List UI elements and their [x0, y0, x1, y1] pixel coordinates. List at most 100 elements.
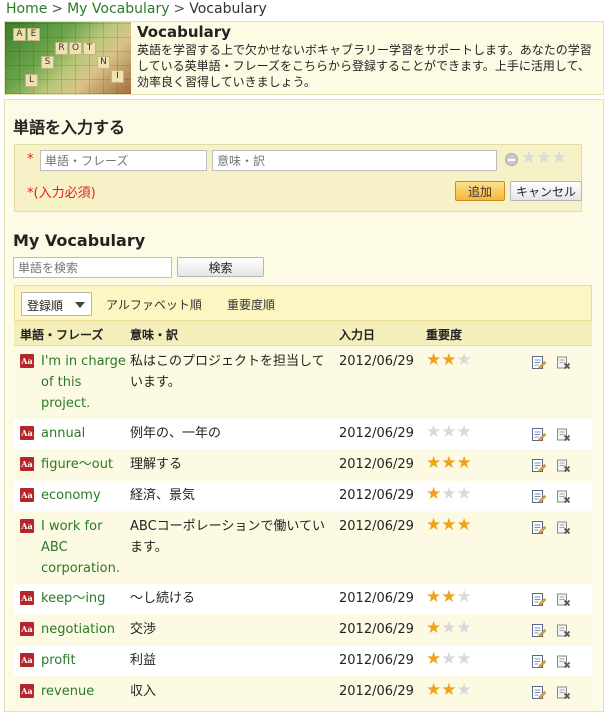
table-row: Aa revenue 収入 2012/06/29 ★ ★ ★	[14, 677, 592, 707]
star-icon: ★	[456, 422, 472, 442]
star-icon: ★	[456, 350, 472, 370]
word-badge-icon: Aa	[20, 591, 34, 605]
word-link[interactable]: economy	[41, 485, 127, 506]
star-icon: ★	[456, 680, 472, 700]
table-row: Aa I work for ABC corporation. ABCコーポレーション…	[14, 512, 592, 583]
word-badge-icon: Aa	[20, 684, 34, 698]
delete-icon[interactable]	[556, 458, 571, 473]
importance-rating: ★ ★ ★	[426, 352, 472, 369]
search-input[interactable]	[13, 257, 172, 278]
word-badge-icon: Aa	[20, 354, 34, 368]
word-link[interactable]: figure～out	[41, 454, 127, 475]
add-button[interactable]: 追加	[455, 181, 505, 201]
word-link[interactable]: annual	[41, 423, 127, 444]
breadcrumb-separator: >	[51, 1, 64, 17]
word-badge-icon: Aa	[20, 622, 34, 636]
edit-icon[interactable]	[531, 355, 546, 370]
chevron-down-icon	[75, 302, 85, 308]
word-link[interactable]: profit	[41, 650, 127, 671]
word-badge-icon: Aa	[20, 519, 34, 533]
delete-icon[interactable]	[556, 489, 571, 504]
date-text: 2012/06/29	[339, 684, 414, 699]
delete-icon[interactable]	[556, 427, 571, 442]
edit-icon[interactable]	[531, 489, 546, 504]
date-text: 2012/06/29	[339, 488, 414, 503]
clear-importance-icon[interactable]	[505, 153, 518, 166]
word-input[interactable]	[40, 150, 207, 171]
sort-order-select[interactable]: 登録順	[21, 292, 92, 316]
search-button[interactable]: 検索	[177, 257, 264, 277]
star-icon: ★	[441, 422, 457, 442]
star-icon: ★	[426, 453, 442, 473]
meaning-text: ABCコーポレーションで働いています。	[130, 519, 326, 555]
importance-rating: ★ ★ ★	[426, 682, 472, 699]
star-icon: ★	[426, 618, 442, 638]
date-text: 2012/06/29	[339, 457, 414, 472]
edit-icon[interactable]	[531, 654, 546, 669]
breadcrumb-my-vocabulary-link[interactable]: My Vocabulary	[67, 1, 169, 17]
star-icon: ★	[426, 515, 442, 535]
word-link[interactable]: revenue	[41, 681, 127, 702]
star-icon: ★	[426, 484, 442, 504]
star-icon: ★	[426, 587, 442, 607]
sort-importance-link[interactable]: 重要度順	[227, 296, 275, 313]
date-text: 2012/06/29	[339, 354, 414, 369]
breadcrumb-home-link[interactable]: Home	[6, 1, 47, 17]
vocabulary-heading: My Vocabulary	[13, 231, 146, 250]
delete-icon[interactable]	[556, 623, 571, 638]
delete-icon[interactable]	[556, 592, 571, 607]
table-row: Aa economy 経済、景気 2012/06/29 ★ ★ ★	[14, 481, 592, 511]
edit-icon[interactable]	[531, 592, 546, 607]
star-icon: ★	[441, 515, 457, 535]
meaning-text: 私はこのプロジェクトを担当しています。	[130, 354, 325, 390]
column-header-importance: 重要度	[426, 328, 463, 342]
delete-icon[interactable]	[556, 355, 571, 370]
cancel-button[interactable]: キャンセル	[510, 181, 582, 201]
hero-banner: A E R O T S N I L Vocabulary 英語を学習する上で欠か…	[4, 21, 604, 95]
star-icon: ★	[456, 618, 472, 638]
required-note: *(入力必須)	[27, 186, 96, 201]
star-icon: ★	[426, 350, 442, 370]
main-section: 単語を入力する * ★★★ *(入力必須) 追加 キャンセル My Vocabu…	[4, 99, 604, 712]
star-icon: ★	[426, 649, 442, 669]
word-link[interactable]: I work for ABC corporation.	[41, 516, 127, 579]
sort-bar: 登録順 アルファベット順 重要度順	[14, 285, 592, 321]
entry-heading: 単語を入力する	[13, 118, 126, 137]
date-text: 2012/06/29	[339, 426, 414, 441]
date-text: 2012/06/29	[339, 519, 414, 534]
meaning-text: 経済、景気	[130, 488, 196, 503]
meaning-input[interactable]	[212, 150, 497, 171]
edit-icon[interactable]	[531, 685, 546, 700]
table-row: Aa keep～ing ～し続ける 2012/06/29 ★ ★ ★	[14, 584, 592, 614]
edit-icon[interactable]	[531, 520, 546, 535]
importance-rating: ★ ★ ★	[426, 486, 472, 503]
word-badge-icon: Aa	[20, 653, 34, 667]
word-link[interactable]: I'm in charge of this project.	[41, 351, 127, 414]
star-icon[interactable]: ★	[552, 150, 567, 167]
meaning-text: 例年の、一年の	[130, 426, 222, 441]
delete-icon[interactable]	[556, 654, 571, 669]
star-icon: ★	[441, 618, 457, 638]
edit-icon[interactable]	[531, 458, 546, 473]
importance-selector[interactable]: ★ ★ ★	[521, 150, 567, 167]
edit-icon[interactable]	[531, 427, 546, 442]
meaning-text: 理解する	[130, 457, 183, 472]
word-link[interactable]: negotiation	[41, 619, 127, 640]
star-icon[interactable]: ★	[536, 150, 551, 167]
word-link[interactable]: keep～ing	[41, 588, 127, 609]
sort-alphabetical-link[interactable]: アルファベット順	[106, 296, 202, 313]
star-icon: ★	[441, 680, 457, 700]
word-badge-icon: Aa	[20, 488, 34, 502]
importance-rating: ★ ★ ★	[426, 455, 472, 472]
delete-icon[interactable]	[556, 685, 571, 700]
star-icon: ★	[441, 587, 457, 607]
table-row: Aa figure～out 理解する 2012/06/29 ★ ★ ★	[14, 450, 592, 480]
star-icon: ★	[456, 649, 472, 669]
star-icon[interactable]: ★	[521, 150, 536, 167]
column-header-meaning: 意味・訳	[130, 328, 179, 342]
delete-icon[interactable]	[556, 520, 571, 535]
star-icon: ★	[456, 453, 472, 473]
edit-icon[interactable]	[531, 623, 546, 638]
star-icon: ★	[456, 515, 472, 535]
column-header-date: 入力日	[339, 328, 376, 342]
